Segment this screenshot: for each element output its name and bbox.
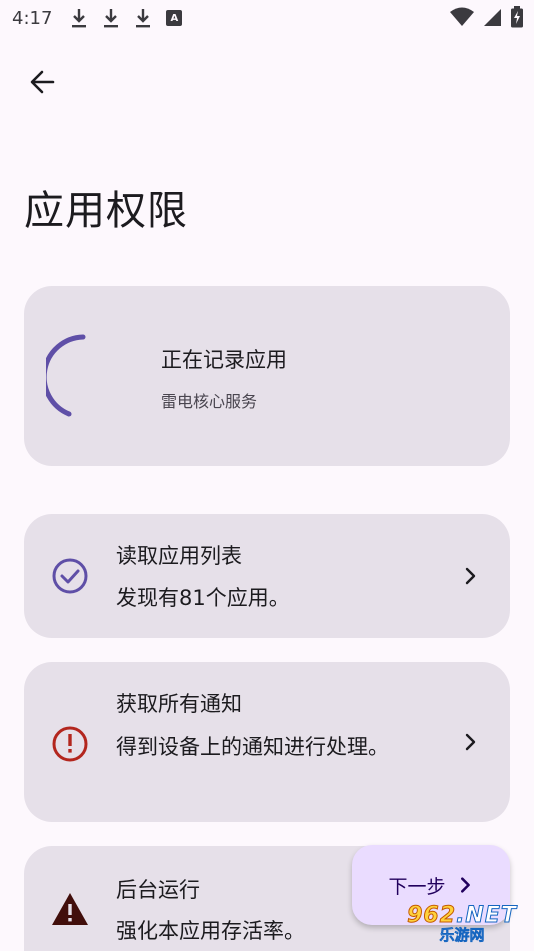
page-title: 应用权限 [24,188,188,234]
permission-title: 后台运行 [116,878,200,902]
arrow-back-icon [30,70,55,94]
status-time: 4:17 [12,7,53,29]
permission-desc: 发现有81个应用。 [116,586,290,610]
notification-icons: A [70,7,183,29]
signal-icon [484,9,501,26]
warning-triangle-icon [52,893,88,925]
download-icon [136,9,151,28]
check-circle-icon [52,558,88,594]
system-icons [450,6,524,28]
error-circle-icon [52,726,88,762]
chevron-right-icon [460,877,470,893]
recording-card: 正在记录应用 雷电核心服务 [24,286,510,466]
back-button[interactable] [22,62,62,102]
loading-spinner-icon [46,334,86,417]
chevron-right-icon [465,567,476,585]
recording-title: 正在记录应用 [161,348,287,372]
site-watermark: 962.NET 乐游网 [394,900,530,948]
permission-title: 读取应用列表 [116,544,242,568]
recording-subtitle: 雷电核心服务 [161,392,258,411]
permission-get-notifications[interactable]: 获取所有通知 得到设备上的通知进行处理。 [24,662,510,822]
permission-read-app-list[interactable]: 读取应用列表 发现有81个应用。 [24,514,510,638]
download-icon [104,9,119,28]
wifi-icon [450,7,474,26]
permission-desc: 得到设备上的通知进行处理。 [116,735,389,759]
watermark-subtitle: 乐游网 [439,926,485,945]
permission-title: 获取所有通知 [116,692,242,716]
next-step-label: 下一步 [388,875,446,898]
a-badge-icon: A [166,10,183,26]
battery-icon [511,6,523,28]
status-bar: 4:17 A [0,0,534,36]
chevron-right-icon [465,733,476,751]
download-icon [72,9,87,28]
